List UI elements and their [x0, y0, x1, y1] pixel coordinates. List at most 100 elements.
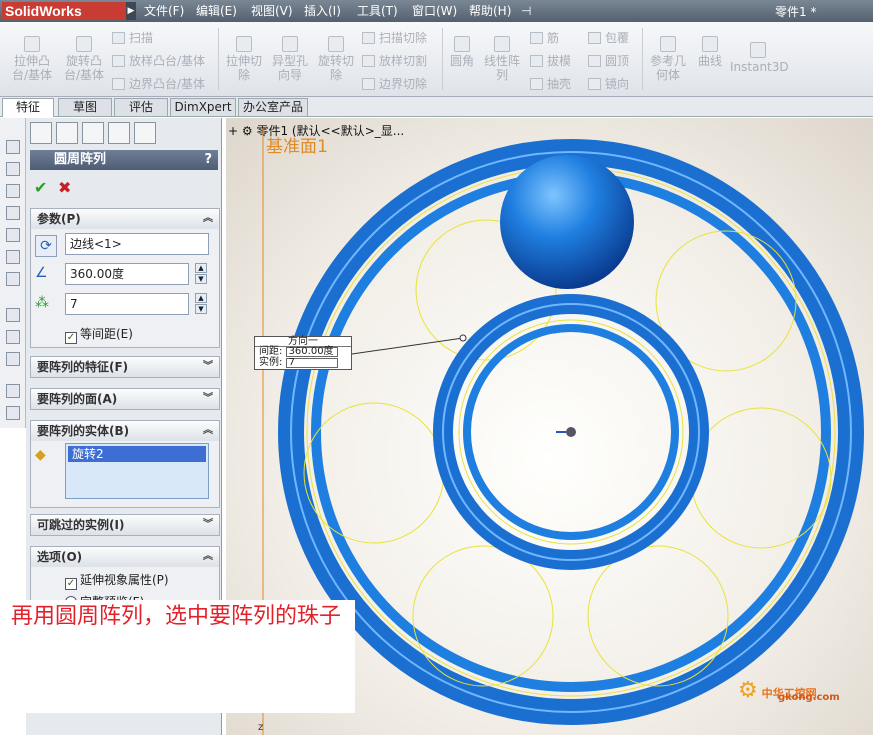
title-bar: SolidWorks ▶ 文件(F) 编辑(E) 视图(V) 插入(I) 工具(… [0, 0, 873, 22]
command-tabs: 特征 草图 评估 DimXpert 办公室产品 🔍🔍✎▣◧◫◌ [0, 97, 873, 211]
layer-icon[interactable] [6, 384, 20, 398]
wrap-button[interactable]: 包覆 [588, 31, 629, 45]
property-manager-tab[interactable] [56, 122, 78, 144]
revolve-boss-button[interactable]: 旋转凸 台/基体 [60, 36, 108, 82]
sweep-cut-icon [362, 32, 375, 44]
dimension-icon[interactable] [6, 330, 20, 344]
extrude-cut-button[interactable]: 拉伸切 除 [222, 36, 266, 82]
angle-spin-down[interactable]: ▼ [195, 274, 207, 284]
angle-spin-up[interactable]: ▲ [195, 263, 207, 273]
view-back-icon[interactable] [6, 162, 20, 176]
ribbon-divider [642, 28, 643, 90]
pin-icon[interactable]: ⊣ [521, 3, 531, 19]
loft-icon [112, 55, 125, 67]
circular-pattern-title: 圆周阵列 [54, 152, 107, 167]
rib-button[interactable]: 筋 [530, 31, 559, 45]
collapse-icon[interactable]: ︽ [203, 421, 213, 441]
config-manager-tab[interactable] [82, 122, 104, 144]
equal-spacing-checkbox[interactable]: ✓ 等间距(E) [65, 325, 133, 344]
menu-window[interactable]: 窗口(W) [412, 3, 457, 19]
fillet-icon [454, 36, 470, 52]
view-right-icon[interactable] [6, 206, 20, 220]
list-item[interactable]: 旋转2 [68, 446, 206, 462]
parameters-group-header[interactable]: 参数(P) ︽ [31, 209, 219, 229]
skip-instances-group[interactable]: 可跳过的实例(I) ︾ [30, 514, 220, 536]
ok-button[interactable]: ✔ [34, 178, 47, 197]
bodies-list[interactable]: 旋转2 [65, 443, 209, 499]
menu-insert[interactable]: 插入(I) [304, 3, 341, 19]
boundary-boss-button[interactable]: 边界凸台/基体 [112, 77, 205, 91]
shell-button[interactable]: 抽壳 [530, 77, 571, 91]
instant3d-button[interactable]: Instant3D [730, 42, 789, 74]
tab-sketch[interactable]: 草图 [58, 98, 112, 116]
tab-evaluate[interactable]: 评估 [114, 98, 168, 116]
cancel-button[interactable]: ✖ [58, 178, 71, 197]
ribbon-divider [218, 28, 219, 90]
sweep-button[interactable]: 扫描 [112, 31, 153, 45]
draft-button[interactable]: 拔模 [530, 54, 571, 68]
extrude-boss-button[interactable]: 拉伸凸 台/基体 [8, 36, 56, 82]
pattern-axis-field[interactable]: 边线<1> [65, 233, 209, 255]
display-icon[interactable] [6, 406, 20, 420]
linear-pattern-button[interactable]: 线性阵 列 [480, 36, 524, 82]
callout-instances-value[interactable]: 7 [285, 358, 338, 368]
hole-wizard-button[interactable]: 异型孔 向导 [268, 36, 312, 82]
view-bottom-icon[interactable] [6, 250, 20, 264]
collapse-icon[interactable]: ︽ [203, 209, 213, 229]
help-icon[interactable]: ? [204, 150, 212, 170]
reference-geometry-button[interactable]: 参考几 何体 [646, 36, 690, 82]
boundary-cut-button[interactable]: 边界切除 [362, 77, 427, 91]
view-iso-icon[interactable] [6, 272, 20, 286]
loft-button[interactable]: 放样凸台/基体 [112, 54, 205, 68]
menu-edit[interactable]: 编辑(E) [196, 3, 237, 19]
solid-body-icon: ◆ [35, 447, 46, 463]
sweep-cut-button[interactable]: 扫描切除 [362, 31, 427, 45]
view-left-icon[interactable] [6, 184, 20, 198]
view-top-icon[interactable] [6, 228, 20, 242]
display-manager-tab[interactable] [134, 122, 156, 144]
instant3d-icon [750, 42, 766, 58]
expand-icon[interactable]: ︾ [203, 515, 213, 535]
tab-dimxpert[interactable]: DimXpert [170, 98, 236, 116]
collapse-icon[interactable]: ︽ [203, 547, 213, 567]
features-to-pattern-group[interactable]: 要阵列的特征(F) ︾ [30, 356, 220, 378]
options-group-header[interactable]: 选项(O) ︽ [31, 547, 219, 567]
faces-to-pattern-group[interactable]: 要阵列的面(A) ︾ [30, 388, 220, 410]
revolve-cut-button[interactable]: 旋转切 除 [314, 36, 358, 82]
instances-spin-down[interactable]: ▼ [195, 304, 207, 314]
dome-button[interactable]: 圆顶 [588, 54, 629, 68]
boundary-icon [112, 78, 125, 90]
view-front-icon[interactable] [6, 140, 20, 154]
relation-icon[interactable] [6, 352, 20, 366]
menu-view[interactable]: 视图(V) [251, 3, 293, 19]
expand-icon[interactable]: ︾ [203, 357, 213, 377]
expand-icon[interactable]: ︾ [203, 389, 213, 409]
tab-office-products[interactable]: 办公室产品 [238, 98, 308, 116]
solidworks-logo[interactable]: SolidWorks [2, 2, 126, 20]
menu-arrow-icon[interactable]: ▶ [126, 2, 136, 20]
feature-manager-tab[interactable] [30, 122, 52, 144]
instances-field[interactable]: 7 [65, 293, 189, 315]
curves-button[interactable]: 曲线 [692, 36, 728, 68]
callout-anchor [459, 334, 467, 342]
pattern-callout[interactable]: 方向一 间距: 360.00度 实例: 7 [254, 336, 352, 370]
rotate-direction-icon[interactable]: ⟳ [35, 235, 57, 257]
ball-body[interactable] [500, 155, 634, 289]
menu-help[interactable]: 帮助(H) [469, 3, 511, 19]
loft-cut-button[interactable]: 放样切割 [362, 54, 427, 68]
propagate-visual-checkbox[interactable]: ✓ 延伸视象属性(P) [65, 571, 169, 590]
callout-leader [351, 337, 464, 355]
ball-path-circle [303, 402, 445, 544]
fillet-button[interactable]: 圆角 [446, 36, 478, 68]
instances-spin-up[interactable]: ▲ [195, 293, 207, 303]
angle-field[interactable]: 360.00度 [65, 263, 189, 285]
callout-spacing-value[interactable]: 360.00度 [285, 347, 338, 357]
loft-cut-icon [362, 55, 375, 67]
mirror-button[interactable]: 镜向 [588, 77, 629, 91]
tab-features[interactable]: 特征 [2, 98, 54, 117]
bodies-group-header[interactable]: 要阵列的实体(B) ︽ [31, 421, 219, 441]
dimxpert-manager-tab[interactable] [108, 122, 130, 144]
menu-tools[interactable]: 工具(T) [357, 3, 398, 19]
menu-file[interactable]: 文件(F) [144, 3, 184, 19]
sketch-icon[interactable] [6, 308, 20, 322]
